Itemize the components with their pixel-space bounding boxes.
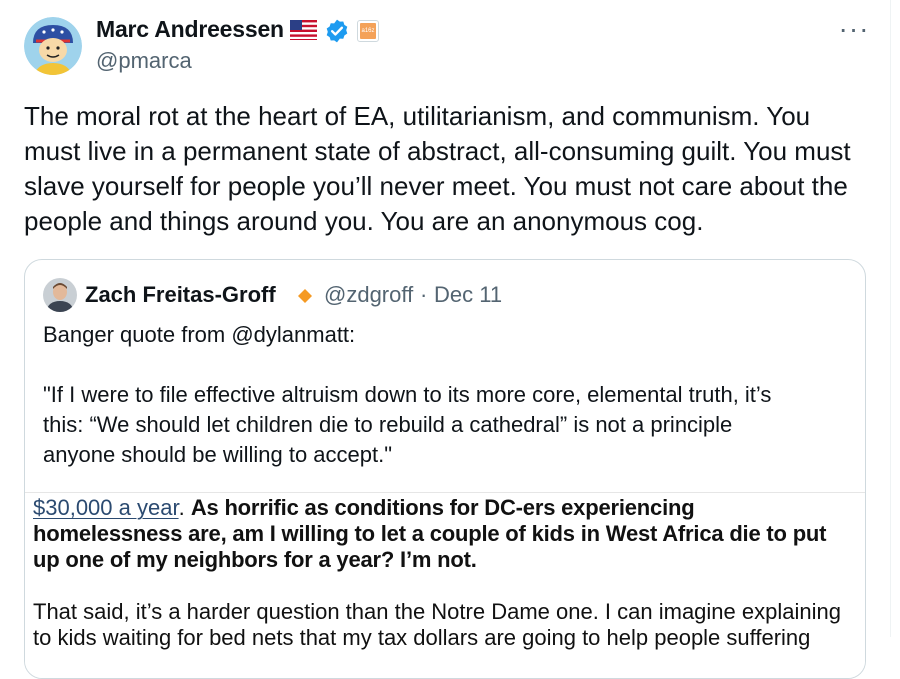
diamond-icon (298, 289, 312, 303)
tweet-text: The moral rot at the heart of EA, utilit… (24, 99, 884, 239)
affiliation-badge-text: a16z (360, 23, 376, 39)
verified-icon[interactable] (324, 18, 350, 44)
author-name[interactable]: Marc Andreessen (96, 16, 284, 43)
quote-text-line: "If I were to file effective altruism do… (43, 382, 772, 407)
tweet-text-line: must live in a permanent state of abstra… (24, 136, 851, 166)
quote-date[interactable]: Dec 11 (434, 282, 502, 308)
quote-text-intro: Banger quote from @dylanmatt: (43, 322, 356, 347)
flag-icon (290, 20, 317, 40)
tweet-text-line: people and things around you. You are an… (24, 206, 704, 236)
author-avatar[interactable] (24, 17, 82, 75)
embed-line-1: $30,000 a year. As horrific as condition… (33, 495, 695, 521)
embed-bold-text: As horrific as conditions for DC-ers exp… (190, 495, 695, 520)
tweet-text-line: The moral rot at the heart of EA, utilit… (24, 101, 811, 131)
quote-author-avatar[interactable] (43, 278, 77, 312)
embed-link-after: . (178, 495, 191, 520)
quote-tweet-card[interactable]: Zach Freitas-Groff @zdgroff · Dec 11 Ban… (24, 259, 866, 679)
quote-author-name[interactable]: Zach Freitas-Groff (85, 282, 276, 308)
tweet-text-line: slave yourself for people you’ll never m… (24, 171, 848, 201)
quote-text-line: anyone should be willing to accept." (43, 442, 393, 467)
timeline-border (890, 0, 891, 637)
quote-author-handle[interactable]: @zdgroff (324, 282, 413, 308)
quote-embedded-image[interactable]: $30,000 a year. As horrific as condition… (25, 492, 865, 678)
more-icon[interactable]: ··· (836, 15, 872, 46)
affiliation-badge[interactable]: a16z (357, 20, 379, 42)
embed-link: $30,000 a year (33, 495, 179, 520)
embed-line-3: up one of my neighbors for a year? I’m n… (33, 547, 477, 572)
embed-line-2: homelessness are, am I willing to let a … (33, 521, 827, 546)
quote-text-body: "If I were to file effective altruism do… (43, 380, 843, 470)
embed-line-5: to kids waiting for bed nets that my tax… (33, 625, 811, 650)
author-handle[interactable]: @pmarca (96, 48, 192, 74)
quote-text-line: this: “We should let children die to reb… (43, 412, 733, 437)
embed-line-4: That said, it’s a harder question than t… (33, 599, 841, 624)
quote-separator: · (420, 282, 428, 307)
